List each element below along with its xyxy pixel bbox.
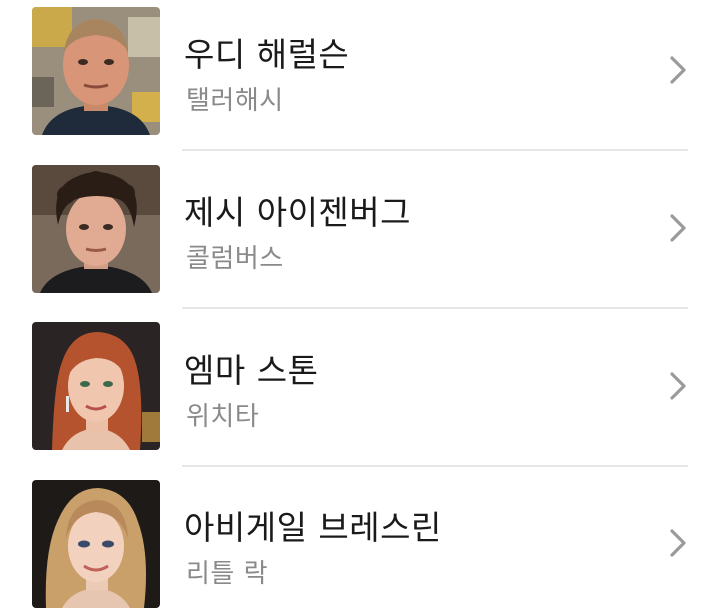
row-divider	[182, 465, 688, 467]
row-divider	[182, 307, 688, 309]
portrait-image	[32, 165, 160, 293]
row-divider	[182, 149, 688, 151]
character-name: 위치타	[186, 402, 260, 432]
actor-photo	[32, 322, 160, 450]
cast-item-emma-stone[interactable]: 엠마 스톤 위치타	[0, 316, 720, 473]
chevron-right-icon	[664, 368, 692, 404]
actor-photo	[32, 7, 160, 135]
cast-item-abigail-breslin[interactable]: 아비게일 브레스린 리틀 락	[0, 473, 720, 616]
actor-name: 아비게일 브레스린	[184, 508, 442, 547]
actor-photo	[32, 165, 160, 293]
actor-name: 엠마 스톤	[184, 351, 319, 390]
actor-name: 우디 해럴슨	[184, 35, 350, 74]
character-name: 콜럼버스	[186, 244, 284, 274]
cast-item-jesse-eisenberg[interactable]: 제시 아이젠버그 콜럼버스	[0, 158, 720, 315]
chevron-right-icon	[664, 210, 692, 246]
chevron-right-icon	[664, 525, 692, 561]
chevron-right-icon	[664, 52, 692, 88]
portrait-image	[32, 7, 160, 135]
portrait-image	[32, 322, 160, 450]
actor-photo	[32, 480, 160, 608]
cast-list: 우디 해럴슨 탤러해시 제시 아이젠버그 콜럼버스 엠마 스톤 위치타 아비게일…	[0, 0, 720, 616]
portrait-image	[32, 480, 160, 608]
character-name: 탤러해시	[186, 86, 284, 116]
actor-name: 제시 아이젠버그	[184, 193, 412, 232]
cast-item-woody-harrelson[interactable]: 우디 해럴슨 탤러해시	[0, 0, 720, 157]
character-name: 리틀 락	[186, 559, 269, 589]
